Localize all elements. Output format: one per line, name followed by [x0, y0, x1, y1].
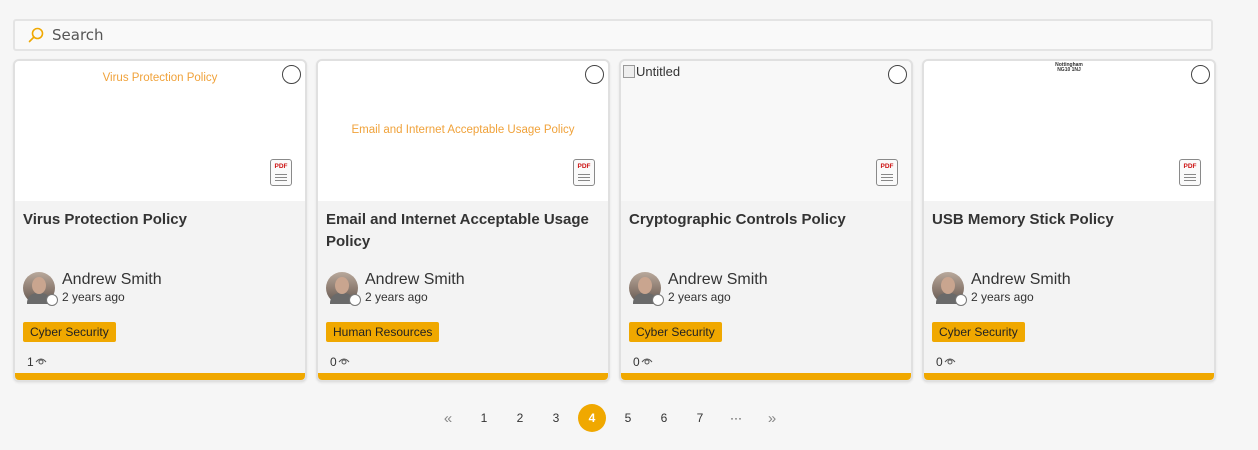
presence-status-icon: [652, 294, 664, 306]
eye-icon: [35, 355, 47, 369]
modified-time: 2 years ago: [971, 290, 1034, 304]
card-accent-bar: [924, 373, 1214, 380]
category-tag[interactable]: Cyber Security: [932, 322, 1025, 342]
document-title[interactable]: USB Memory Stick Policy: [932, 209, 1210, 231]
select-checkbox[interactable]: [282, 65, 301, 84]
document-thumbnail[interactable]: Untitled PDF: [621, 61, 911, 201]
document-thumbnail[interactable]: Virus Protection Policy PDF: [15, 61, 305, 201]
view-count-value: 1: [27, 355, 34, 369]
pdf-file-icon: PDF: [573, 159, 595, 186]
document-card[interactable]: Virus Protection Policy PDF Virus Protec…: [13, 59, 307, 382]
search-box[interactable]: [13, 19, 1213, 51]
document-thumbnail[interactable]: Nottingham NG10 1NJ PDF: [924, 61, 1214, 201]
author-name[interactable]: Andrew Smith: [668, 271, 768, 289]
author-info: Andrew Smith 2 years ago: [629, 271, 768, 306]
page-button-3[interactable]: 3: [542, 404, 570, 432]
page-button-2[interactable]: 2: [506, 404, 534, 432]
last-page-button[interactable]: »: [758, 404, 786, 432]
search-icon: [28, 27, 44, 43]
view-count: 0: [936, 355, 956, 369]
thumbnail-text: Email and Internet Acceptable Usage Poli…: [351, 124, 575, 136]
author-name[interactable]: Andrew Smith: [365, 271, 465, 289]
avatar[interactable]: [932, 272, 967, 306]
pagination: « 1 2 3 4 5 6 7 ··· »: [434, 404, 794, 432]
view-count: 1: [27, 355, 47, 369]
eye-icon: [944, 355, 956, 369]
author-name[interactable]: Andrew Smith: [971, 271, 1071, 289]
document-card[interactable]: Untitled PDF Cryptographic Controls Poli…: [619, 59, 913, 382]
view-count-value: 0: [936, 355, 943, 369]
card-accent-bar: [15, 373, 305, 380]
view-count: 0: [330, 355, 350, 369]
search-input[interactable]: [52, 26, 1152, 44]
select-checkbox[interactable]: [1191, 65, 1210, 84]
page-button-current[interactable]: 4: [578, 404, 606, 432]
author-info: Andrew Smith 2 years ago: [326, 271, 465, 306]
pdf-file-icon: PDF: [270, 159, 292, 186]
author-info: Andrew Smith 2 years ago: [23, 271, 162, 306]
document-title[interactable]: Email and Internet Acceptable Usage Poli…: [326, 209, 604, 253]
document-card[interactable]: Email and Internet Acceptable Usage Poli…: [316, 59, 610, 382]
document-title[interactable]: Cryptographic Controls Policy: [629, 209, 907, 231]
category-tag[interactable]: Cyber Security: [629, 322, 722, 342]
author-info: Andrew Smith 2 years ago: [932, 271, 1071, 306]
modified-time: 2 years ago: [365, 290, 428, 304]
modified-time: 2 years ago: [62, 290, 125, 304]
view-count-value: 0: [330, 355, 337, 369]
eye-icon: [641, 355, 653, 369]
presence-status-icon: [349, 294, 361, 306]
thumbnail-text: Nottingham NG10 1NJ: [1055, 62, 1083, 73]
category-tag[interactable]: Cyber Security: [23, 322, 116, 342]
document-grid: Virus Protection Policy PDF Virus Protec…: [13, 59, 1216, 382]
page-button-1[interactable]: 1: [470, 404, 498, 432]
card-accent-bar: [318, 373, 608, 380]
presence-status-icon: [46, 294, 58, 306]
category-tag[interactable]: Human Resources: [326, 322, 440, 342]
card-accent-bar: [621, 373, 911, 380]
broken-image-icon: [623, 65, 635, 78]
pdf-file-icon: PDF: [876, 159, 898, 186]
select-checkbox[interactable]: [888, 65, 907, 84]
author-name[interactable]: Andrew Smith: [62, 271, 162, 289]
thumbnail-text: Virus Protection Policy: [102, 72, 218, 84]
document-card[interactable]: Nottingham NG10 1NJ PDF USB Memory Stick…: [922, 59, 1216, 382]
view-count-value: 0: [633, 355, 640, 369]
eye-icon: [338, 355, 350, 369]
page-button-7[interactable]: 7: [686, 404, 714, 432]
view-count: 0: [633, 355, 653, 369]
modified-time: 2 years ago: [668, 290, 731, 304]
avatar[interactable]: [629, 272, 664, 306]
avatar[interactable]: [326, 272, 361, 306]
pdf-file-icon: PDF: [1179, 159, 1201, 186]
broken-image-alt: Untitled: [636, 64, 681, 79]
document-title[interactable]: Virus Protection Policy: [23, 209, 301, 231]
document-thumbnail[interactable]: Email and Internet Acceptable Usage Poli…: [318, 61, 608, 201]
page-button-6[interactable]: 6: [650, 404, 678, 432]
select-checkbox[interactable]: [585, 65, 604, 84]
more-pages-button[interactable]: ···: [722, 404, 750, 432]
avatar[interactable]: [23, 272, 58, 306]
broken-image: Untitled: [623, 64, 680, 79]
first-page-button[interactable]: «: [434, 404, 462, 432]
presence-status-icon: [955, 294, 967, 306]
page-button-5[interactable]: 5: [614, 404, 642, 432]
